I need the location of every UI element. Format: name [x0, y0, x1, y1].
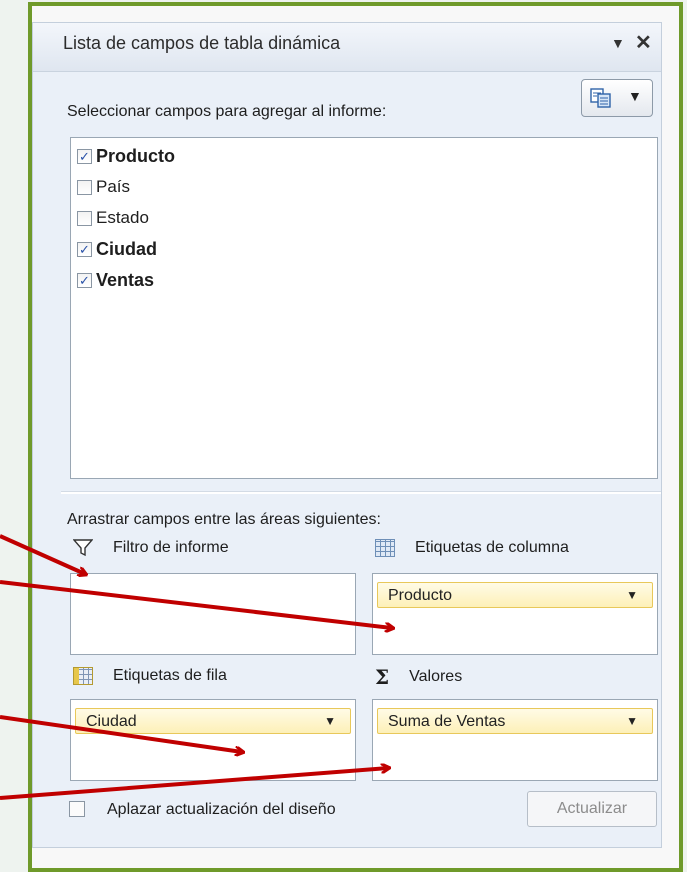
values-title: Valores [409, 668, 463, 685]
row-labels-area[interactable]: Ciudad ▼ [70, 699, 356, 781]
report-filter-title: Filtro de informe [113, 539, 229, 556]
column-field-pill[interactable]: Producto ▼ [377, 582, 653, 608]
values-header: Σ Valores [375, 665, 462, 689]
field-label: Producto [96, 145, 175, 166]
chevron-down-icon[interactable]: ▼ [324, 714, 336, 728]
title-dropdown-icon[interactable]: ▼ [611, 35, 625, 51]
defer-update-checkbox[interactable] [69, 801, 85, 817]
field-label: Ciudad [96, 238, 157, 259]
field-label: País [96, 177, 131, 196]
pivot-field-list-panel: Lista de campos de tabla dinámica ▼ ✕ ▼ … [32, 22, 662, 848]
column-grid-icon [375, 539, 395, 557]
report-filter-area[interactable] [70, 573, 356, 655]
section-splitter[interactable] [61, 491, 661, 494]
filter-icon [73, 539, 93, 557]
field-checkbox[interactable]: ✓ [77, 272, 92, 288]
report-filter-header: Filtro de informe [73, 539, 229, 557]
row-field-pill[interactable]: Ciudad ▼ [75, 708, 351, 734]
drag-fields-label: Arrastrar campos entre las áreas siguien… [67, 511, 381, 528]
field-item-estado[interactable]: Estado [77, 206, 149, 230]
field-item-producto[interactable]: ✓ Producto [77, 144, 175, 168]
update-button[interactable]: Actualizar [527, 791, 657, 827]
field-label: Ventas [96, 269, 155, 290]
field-item-pais[interactable]: País [77, 175, 130, 199]
values-area[interactable]: Suma de Ventas ▼ [372, 699, 658, 781]
field-list-view-button[interactable]: ▼ [581, 79, 653, 117]
field-item-ciudad[interactable]: ✓ Ciudad [77, 237, 157, 261]
field-list-box[interactable]: ✓ Producto País Estado ✓ Ciudad ✓ Ventas [70, 137, 658, 479]
row-grid-icon [73, 667, 93, 685]
choose-fields-label: Seleccionar campos para agregar al infor… [67, 103, 387, 120]
field-checkbox[interactable]: ✓ [77, 241, 92, 257]
field-item-ventas[interactable]: ✓ Ventas [77, 268, 154, 292]
row-labels-header: Etiquetas de fila [73, 667, 227, 685]
chevron-down-icon[interactable]: ▼ [626, 714, 638, 728]
row-field-label: Ciudad [86, 713, 137, 730]
field-label: Estado [96, 208, 149, 227]
column-labels-title: Etiquetas de columna [415, 539, 569, 556]
chevron-down-icon: ▼ [628, 88, 642, 104]
column-labels-header: Etiquetas de columna [375, 539, 569, 557]
field-checkbox[interactable] [77, 179, 92, 195]
panel-title: Lista de campos de tabla dinámica [63, 33, 341, 53]
sigma-icon: Σ [375, 665, 390, 689]
panel-titlebar: Lista de campos de tabla dinámica ▼ ✕ [33, 23, 661, 72]
field-checkbox[interactable]: ✓ [77, 148, 92, 164]
values-field-pill[interactable]: Suma de Ventas ▼ [377, 708, 653, 734]
column-labels-area[interactable]: Producto ▼ [372, 573, 658, 655]
defer-update-label: Aplazar actualización del diseño [107, 801, 336, 818]
values-field-label: Suma de Ventas [388, 713, 506, 730]
field-list-layout-icon [590, 88, 611, 108]
chevron-down-icon[interactable]: ▼ [626, 588, 638, 602]
close-icon[interactable]: ✕ [635, 30, 652, 55]
field-checkbox[interactable] [77, 210, 92, 226]
row-labels-title: Etiquetas de fila [113, 667, 227, 684]
column-field-label: Producto [388, 587, 453, 604]
